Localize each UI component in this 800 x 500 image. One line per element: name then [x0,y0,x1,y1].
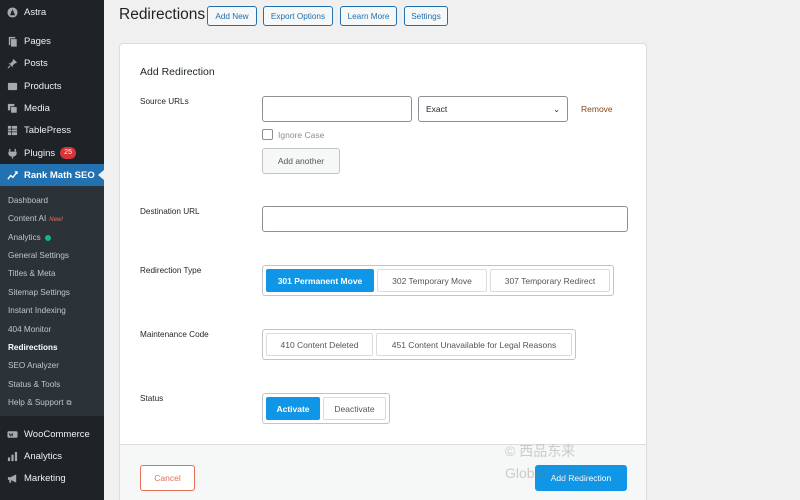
submenu-analytics[interactable]: Analytics [8,233,51,242]
media-icon [7,103,18,114]
rank-math-icon [7,170,18,181]
menu-label: Posts [24,57,48,69]
card-footer: Cancel Add Redirection [120,445,646,500]
submenu-titles-meta[interactable]: Titles & Meta [8,269,55,278]
match-type-select[interactable]: Exact ⌄ [418,96,568,122]
astra-icon [7,6,18,18]
menu-item-astra[interactable]: Astra [0,1,104,23]
submenu-label: Analytics [8,233,41,242]
deactivate-option[interactable]: Deactivate [323,397,386,420]
maintenance-code-label: Maintenance Code [140,330,209,339]
plugin-update-count-badge: 25 [60,147,76,159]
external-link-icon: ⧉ [66,400,72,407]
destination-url-label: Destination URL [140,207,200,216]
ignore-case-checkbox[interactable] [262,129,273,140]
menu-item-products[interactable]: Products [0,75,104,97]
menu-label: Plugins [24,147,56,159]
submenu-general-settings[interactable]: General Settings [8,251,69,260]
settings-button[interactable]: Settings [404,6,448,26]
add-redirection-card: Add Redirection Source URLs Exact ⌄ Remo… [119,43,647,500]
redirection-type-group: 301 Permanent Move 302 Temporary Move 30… [262,265,614,296]
type-302-option[interactable]: 302 Temporary Move [377,269,487,292]
ignore-case-label[interactable]: Ignore Case [278,130,324,140]
page-title: Redirections [119,6,206,23]
menu-label: Marketing [24,472,66,484]
menu-item-pages[interactable]: Pages [0,30,104,52]
menu-item-media[interactable]: Media [0,97,104,119]
code-451-option[interactable]: 451 Content Unavailable for Legal Reason… [376,333,572,356]
menu-label: Analytics [24,450,63,462]
menu-label: Media [24,102,50,114]
status-label: Status [140,394,164,403]
menu-label: WooCommerce [24,428,90,440]
products-icon [7,81,18,92]
pin-icon [7,58,18,69]
submenu-redirections[interactable]: Redirections [8,343,58,352]
code-410-option[interactable]: 410 Content Deleted [266,333,373,356]
redirection-type-label: Redirection Type [140,266,202,275]
match-type-value: Exact [426,104,448,114]
learn-more-button[interactable]: Learn More [340,6,397,26]
menu-label: Astra [24,6,47,18]
submenu-status-tools[interactable]: Status & Tools [8,380,60,389]
menu-label: Products [24,80,62,92]
submenu-content-ai[interactable]: Content AI New! [8,214,63,223]
woo-icon [7,429,18,440]
add-another-button[interactable]: Add another [262,148,340,174]
submenu-help-support[interactable]: Help & Support ⧉ [8,398,72,408]
plugin-icon [7,148,18,159]
add-redirection-button[interactable]: Add Redirection [535,465,627,491]
admin-sidebar: Astra Pages Posts Products Media TablePr… [0,0,104,500]
source-urls-label: Source URLs [140,97,189,106]
submenu-dashboard[interactable]: Dashboard [8,196,48,205]
submenu-label: Content AI [8,214,47,223]
chevron-down-icon: ⌄ [553,104,560,114]
export-options-button[interactable]: Export Options [263,6,333,26]
rank-math-submenu: Dashboard Content AI New! Analytics Gener… [0,186,104,416]
analytics-icon [7,451,18,462]
submenu-instant-indexing[interactable]: Instant Indexing [8,306,66,315]
destination-url-input[interactable] [262,206,628,232]
megaphone-icon [7,473,18,484]
pages-icon [7,36,18,47]
menu-label: Pages [24,35,51,47]
menu-item-marketing[interactable]: Marketing [0,467,104,489]
status-group: Activate Deactivate [262,393,390,424]
type-307-option[interactable]: 307 Temporary Redirect [490,269,610,292]
new-tag: New! [49,217,63,223]
cancel-button[interactable]: Cancel [140,465,195,491]
source-url-input[interactable] [262,96,412,122]
add-new-button[interactable]: Add New [207,6,257,26]
type-301-option[interactable]: 301 Permanent Move [266,269,374,292]
maintenance-code-group: 410 Content Deleted 451 Content Unavaila… [262,329,576,360]
card-title: Add Redirection [140,66,215,78]
submenu-seo-analyzer[interactable]: SEO Analyzer [8,361,59,370]
menu-label: Rank Math SEO [24,169,95,181]
remove-link[interactable]: Remove [581,104,613,114]
status-dot-icon [44,234,51,241]
menu-item-analytics[interactable]: Analytics [0,445,104,467]
menu-item-posts[interactable]: Posts [0,52,104,74]
submenu-404-monitor[interactable]: 404 Monitor [8,325,51,334]
submenu-sitemap-settings[interactable]: Sitemap Settings [8,288,70,297]
submenu-label: Help & Support [8,398,64,407]
menu-item-rank-math-seo[interactable]: Rank Math SEO [0,164,104,186]
table-icon [7,125,18,136]
menu-item-woocommerce[interactable]: WooCommerce [0,423,104,445]
menu-label: TablePress [24,124,71,136]
menu-item-plugins[interactable]: Plugins 25 [0,142,104,164]
menu-item-tablepress[interactable]: TablePress [0,119,104,141]
activate-option[interactable]: Activate [266,397,320,420]
